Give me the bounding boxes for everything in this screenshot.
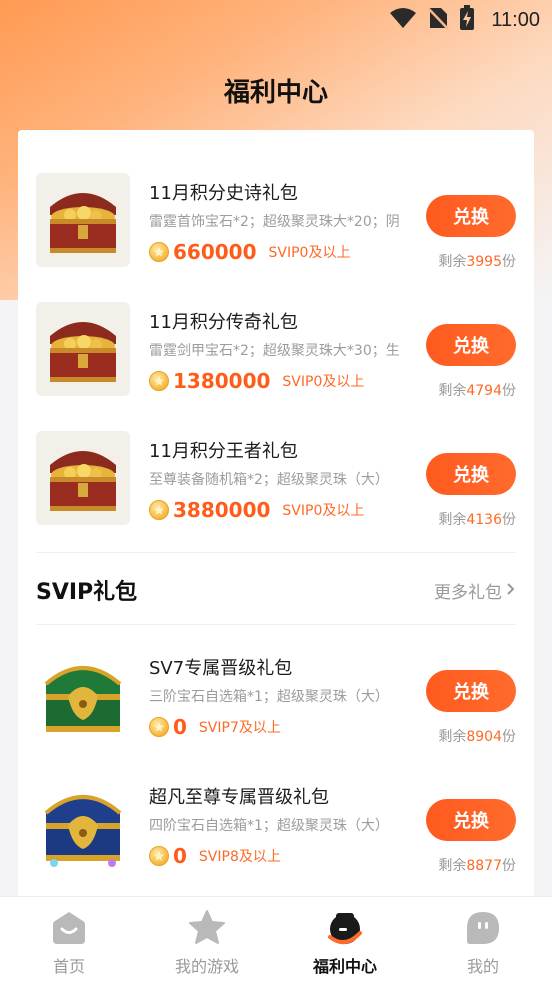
gift-description: 四阶宝石自选箱*1；超级聚灵珠（大） bbox=[149, 818, 389, 834]
section-title-svip: SVIP礼包 bbox=[36, 580, 138, 605]
stock-remaining: 剩余3995份 bbox=[438, 251, 516, 271]
gift-item: 11月积分史诗礼包 雷霆首饰宝石*2；超级聚灵珠大*20；阴 660000 SV… bbox=[36, 167, 516, 277]
gift-price: 3880000 bbox=[173, 498, 271, 522]
coin-icon bbox=[149, 717, 169, 737]
treasure-chest-image bbox=[36, 431, 130, 525]
gift-item: 11月积分传奇礼包 雷霆剑甲宝石*2；超级聚灵珠大*30；生 1380000 S… bbox=[36, 296, 516, 406]
price-row: 0 SVIP7及以上 bbox=[149, 712, 281, 742]
gift-item: SV7专属晋级礼包 三阶宝石自选箱*1；超级聚灵珠（大） 0 SVIP7及以上 … bbox=[36, 642, 516, 752]
vip-requirement: SVIP7及以上 bbox=[198, 720, 281, 736]
tab-welfare-center[interactable]: 福利中心 bbox=[276, 897, 414, 983]
stock-remaining: 剩余4136份 bbox=[438, 509, 516, 529]
stock-suffix: 份 bbox=[502, 858, 516, 874]
gift-description: 至尊装备随机箱*2；超级聚灵珠（大） bbox=[149, 472, 389, 488]
stock-prefix: 剩余 bbox=[438, 729, 467, 745]
gift-name: 超凡至尊专属晋级礼包 bbox=[149, 787, 329, 808]
stock-count: 4136 bbox=[466, 512, 502, 528]
divider bbox=[36, 624, 516, 625]
gift-price: 660000 bbox=[173, 240, 257, 264]
status-time: 11:00 bbox=[491, 8, 540, 31]
vip-requirement: SVIP8及以上 bbox=[198, 849, 281, 865]
stock-suffix: 份 bbox=[502, 729, 516, 745]
tab-label: 我的 bbox=[466, 957, 499, 976]
gift-price: 0 bbox=[173, 715, 187, 739]
tab-label: 首页 bbox=[52, 957, 85, 976]
vip-requirement: SVIP0及以上 bbox=[268, 245, 351, 261]
tab-label: 我的游戏 bbox=[174, 957, 239, 976]
page-title: 福利中心 bbox=[223, 78, 328, 108]
tab-profile[interactable]: 我的 bbox=[414, 897, 552, 983]
battery-charging-icon bbox=[459, 5, 475, 35]
welfare-icon bbox=[328, 913, 362, 945]
dragon-chest-image bbox=[36, 648, 130, 742]
redeem-button[interactable]: 兑换 bbox=[426, 799, 516, 841]
stock-remaining: 剩余8877份 bbox=[438, 855, 516, 875]
dragon-chest-image bbox=[36, 777, 130, 871]
star-icon bbox=[189, 910, 225, 944]
gift-item: 11月积分王者礼包 至尊装备随机箱*2；超级聚灵珠（大） 3880000 SVI… bbox=[36, 425, 516, 535]
price-row: 0 SVIP8及以上 bbox=[149, 841, 281, 871]
stock-count: 4794 bbox=[466, 383, 502, 399]
stock-prefix: 剩余 bbox=[438, 858, 467, 874]
wifi-icon bbox=[389, 7, 417, 33]
stock-prefix: 剩余 bbox=[438, 254, 467, 270]
stock-prefix: 剩余 bbox=[438, 512, 467, 528]
stock-remaining: 剩余8904份 bbox=[438, 726, 516, 746]
stock-prefix: 剩余 bbox=[438, 383, 467, 399]
gift-name: 11月积分史诗礼包 bbox=[149, 183, 298, 204]
vip-requirement: SVIP0及以上 bbox=[282, 503, 365, 519]
gift-price: 1380000 bbox=[173, 369, 271, 393]
status-bar: 11:00 bbox=[0, 0, 552, 40]
gift-card: 11月积分史诗礼包 雷霆首饰宝石*2；超级聚灵珠大*20；阴 660000 SV… bbox=[18, 130, 534, 910]
price-row: 1380000 SVIP0及以上 bbox=[149, 366, 364, 396]
no-sim-icon bbox=[427, 6, 450, 34]
tab-label: 福利中心 bbox=[312, 957, 377, 976]
gift-description: 三阶宝石自选箱*1；超级聚灵珠（大） bbox=[149, 689, 389, 705]
gift-description: 雷霆首饰宝石*2；超级聚灵珠大*20；阴 bbox=[149, 214, 400, 230]
price-row: 3880000 SVIP0及以上 bbox=[149, 495, 364, 525]
coin-icon bbox=[149, 242, 169, 262]
stock-suffix: 份 bbox=[502, 254, 516, 270]
stock-suffix: 份 bbox=[502, 383, 516, 399]
tab-home[interactable]: 首页 bbox=[0, 897, 138, 983]
price-row: 660000 SVIP0及以上 bbox=[149, 237, 350, 267]
vip-requirement: SVIP0及以上 bbox=[282, 374, 365, 390]
tab-my-games[interactable]: 我的游戏 bbox=[138, 897, 276, 983]
gift-item: 超凡至尊专属晋级礼包 四阶宝石自选箱*1；超级聚灵珠（大） 0 SVIP8及以上… bbox=[36, 771, 516, 881]
stock-suffix: 份 bbox=[502, 512, 516, 528]
stock-count: 3995 bbox=[466, 254, 502, 270]
coin-icon bbox=[149, 500, 169, 520]
treasure-chest-image bbox=[36, 173, 130, 267]
redeem-button[interactable]: 兑换 bbox=[426, 453, 516, 495]
bottom-tab-bar: 首页 我的游戏 福利中心 我的 bbox=[0, 896, 552, 983]
divider bbox=[36, 552, 516, 553]
coin-icon bbox=[149, 846, 169, 866]
stock-remaining: 剩余4794份 bbox=[438, 380, 516, 400]
home-icon bbox=[53, 912, 85, 944]
stock-count: 8877 bbox=[466, 858, 502, 874]
redeem-button[interactable]: 兑换 bbox=[426, 195, 516, 237]
gift-name: 11月积分王者礼包 bbox=[149, 441, 298, 462]
more-gifts-label: 更多礼包 bbox=[434, 583, 502, 603]
stock-count: 8904 bbox=[466, 729, 502, 745]
coin-icon bbox=[149, 371, 169, 391]
gift-description: 雷霆剑甲宝石*2；超级聚灵珠大*30；生 bbox=[149, 343, 400, 359]
gift-name: SV7专属晋级礼包 bbox=[149, 658, 293, 679]
treasure-chest-image bbox=[36, 302, 130, 396]
gift-price: 0 bbox=[173, 844, 187, 868]
gift-name: 11月积分传奇礼包 bbox=[149, 312, 298, 333]
chevron-right-icon bbox=[506, 581, 516, 601]
more-gifts-link[interactable]: 更多礼包 bbox=[434, 578, 516, 603]
profile-icon bbox=[467, 912, 499, 944]
redeem-button[interactable]: 兑换 bbox=[426, 670, 516, 712]
redeem-button[interactable]: 兑换 bbox=[426, 324, 516, 366]
